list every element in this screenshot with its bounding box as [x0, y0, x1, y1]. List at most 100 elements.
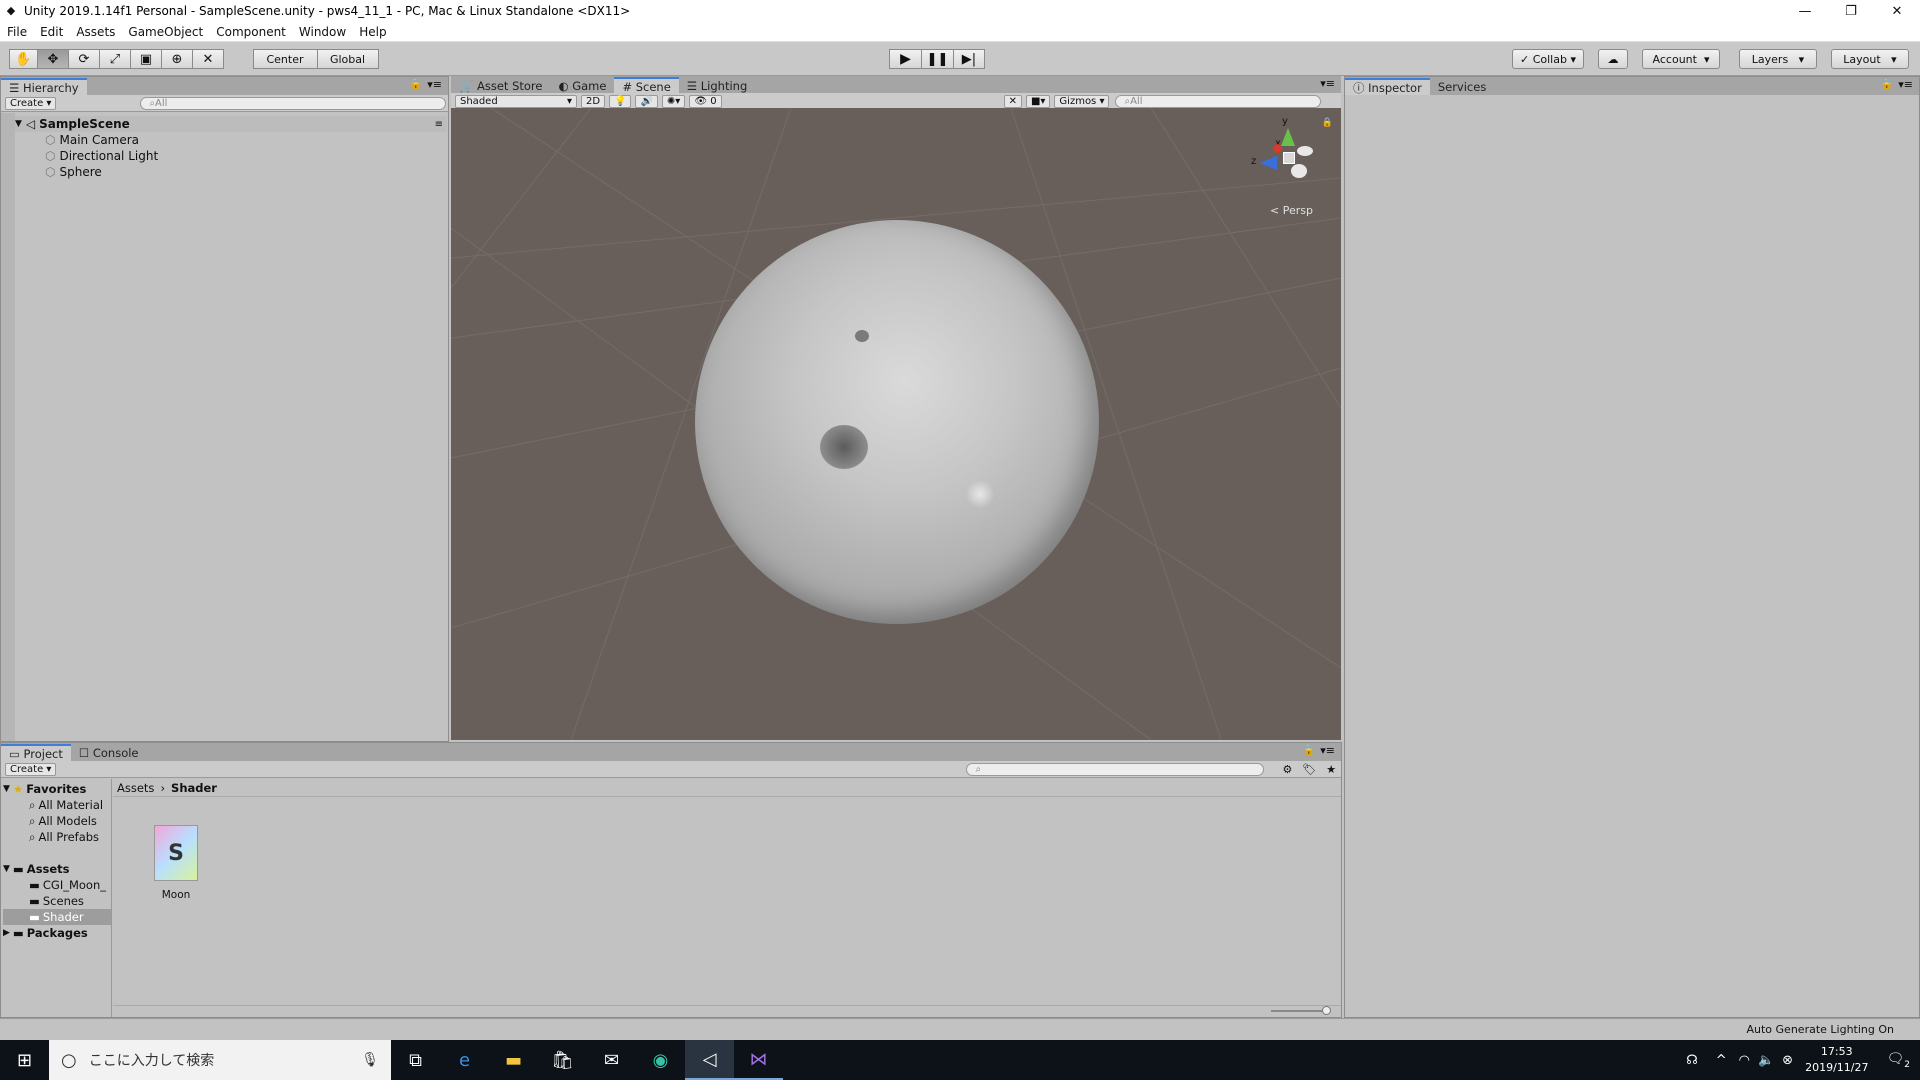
- camera-settings-icon[interactable]: ■▾: [1025, 94, 1051, 108]
- hidden-objects-toggle[interactable]: 👁 0: [689, 94, 722, 108]
- no-network-icon[interactable]: ⊗: [1782, 1053, 1793, 1068]
- orientation-gizmo[interactable]: y x z: [1245, 116, 1325, 196]
- list-item[interactable]: ⌕ All Prefabs: [3, 829, 111, 845]
- tab-inspector[interactable]: ⓘ Inspector: [1345, 78, 1430, 95]
- scene-menu-icon[interactable]: ≡: [435, 119, 443, 130]
- scene-row[interactable]: ▼ ◁ SampleScene ≡: [15, 116, 447, 132]
- asset-item-moon[interactable]: S Moon: [151, 825, 201, 905]
- status-text[interactable]: Auto Generate Lighting On: [1747, 1023, 1895, 1036]
- store-icon[interactable]: 🛍: [538, 1040, 587, 1080]
- favorite-star-icon[interactable]: ★: [1326, 763, 1336, 776]
- menu-file[interactable]: File: [7, 25, 27, 39]
- tab-asset-store[interactable]: 🛒 Asset Store: [451, 77, 550, 94]
- clock[interactable]: 17:53 2019/11/27: [1805, 1044, 1868, 1076]
- menu-assets[interactable]: Assets: [76, 25, 115, 39]
- rect-tool-icon[interactable]: ▣: [130, 49, 162, 69]
- list-item[interactable]: ⌕ All Models: [3, 813, 111, 829]
- layout-button[interactable]: Layout ▾: [1831, 49, 1909, 69]
- favorites-row[interactable]: ▼ ★ Favorites: [3, 781, 111, 797]
- effects-dropdown-icon[interactable]: ✺▾: [661, 94, 686, 108]
- menu-window[interactable]: Window: [299, 25, 346, 39]
- hierarchy-search-input[interactable]: ⌕ All: [140, 96, 447, 110]
- menu-gameobject[interactable]: GameObject: [128, 25, 203, 39]
- menu-edit[interactable]: Edit: [40, 25, 63, 39]
- maximize-button[interactable]: ❐: [1828, 0, 1874, 22]
- hand-tool-icon[interactable]: ✋: [9, 49, 38, 69]
- lock-icon[interactable]: 🔒: [1881, 79, 1893, 90]
- microphone-icon[interactable]: 🎙: [361, 1052, 379, 1068]
- create-dropdown[interactable]: Create ▾: [5, 96, 57, 110]
- moon-sphere[interactable]: [695, 220, 1099, 624]
- windows-start-icon[interactable]: ⊞: [0, 1040, 49, 1080]
- edge-browser-icon[interactable]: e: [440, 1040, 489, 1080]
- list-item[interactable]: ▬ Shader: [3, 909, 111, 925]
- step-icon[interactable]: ▶|: [953, 49, 985, 69]
- mail-icon[interactable]: ✉: [587, 1040, 636, 1080]
- assets-root-row[interactable]: ▼ ▬ Assets: [3, 861, 111, 877]
- cloud-icon[interactable]: ☁: [1598, 49, 1628, 69]
- close-button[interactable]: ✕: [1874, 0, 1920, 22]
- scene-viewport[interactable]: y x z 🔒 < Persp: [451, 108, 1341, 740]
- icon-size-slider[interactable]: [1271, 1006, 1331, 1015]
- mode-2d-toggle[interactable]: 2D: [581, 94, 605, 108]
- list-item[interactable]: ▬ Scenes: [3, 893, 111, 909]
- packages-row[interactable]: ▶ ▬ Packages: [3, 925, 111, 941]
- lock-icon[interactable]: 🔒: [1303, 745, 1315, 756]
- play-icon[interactable]: ▶: [889, 49, 922, 69]
- tab-scene[interactable]: # Scene: [614, 77, 679, 94]
- unity-taskbar-icon[interactable]: ◁: [685, 1040, 734, 1080]
- volume-muted-icon[interactable]: 🔈: [1758, 1053, 1774, 1068]
- create-dropdown[interactable]: Create ▾: [5, 762, 57, 776]
- visual-studio-icon[interactable]: ⋈: [734, 1040, 783, 1080]
- rotate-tool-icon[interactable]: ⟳: [68, 49, 100, 69]
- notification-icon[interactable]: 🗨2: [1886, 1051, 1910, 1070]
- tab-services[interactable]: Services: [1430, 78, 1495, 95]
- pause-icon[interactable]: ❚❚: [921, 49, 954, 69]
- expand-arrow-icon[interactable]: ▼: [15, 119, 22, 129]
- move-tool-icon[interactable]: ✥: [37, 49, 69, 69]
- transform-tool-icon[interactable]: ⊕: [161, 49, 193, 69]
- tab-hierarchy[interactable]: ☰ Hierarchy: [1, 78, 87, 95]
- menu-help[interactable]: Help: [359, 25, 386, 39]
- list-item[interactable]: ▬ CGI_Moon_: [3, 877, 111, 893]
- minimize-button[interactable]: —: [1782, 0, 1828, 22]
- gizmo-lock-icon[interactable]: 🔒: [1322, 118, 1333, 128]
- task-view-icon[interactable]: ⧉: [391, 1040, 440, 1080]
- panel-menu-icon[interactable]: ▾≡: [427, 78, 442, 91]
- custom-tool-icon[interactable]: ✕: [192, 49, 224, 69]
- account-button[interactable]: Account ▾: [1642, 49, 1720, 69]
- filter-type-icon[interactable]: ⚙: [1282, 763, 1292, 776]
- wifi-icon[interactable]: ◠: [1739, 1053, 1750, 1068]
- scale-tool-icon[interactable]: ⤢: [99, 49, 131, 69]
- tab-console[interactable]: ☐ Console: [71, 744, 147, 761]
- shading-mode-dropdown[interactable]: Shaded ▾: [455, 94, 577, 108]
- lock-icon[interactable]: 🔒: [410, 79, 422, 90]
- slider-handle[interactable]: [1322, 1006, 1331, 1015]
- scene-tools-icon[interactable]: ✕: [1003, 94, 1022, 108]
- collab-button[interactable]: ✓ Collab ▾: [1512, 49, 1584, 69]
- pivot-center-button[interactable]: Center: [253, 49, 318, 69]
- breadcrumb-assets[interactable]: Assets: [117, 781, 154, 795]
- taskbar-search-box[interactable]: ○ ここに入力して検索 🎙: [49, 1040, 391, 1080]
- panel-menu-icon[interactable]: ▾≡: [1320, 77, 1335, 90]
- tab-lighting[interactable]: ☰ Lighting: [679, 77, 755, 94]
- list-item[interactable]: ⬡ Directional Light: [15, 148, 447, 164]
- pivot-global-button[interactable]: Global: [317, 49, 379, 69]
- lighting-toggle-icon[interactable]: 💡: [609, 94, 632, 108]
- people-icon[interactable]: ☊: [1686, 1053, 1698, 1068]
- panel-menu-icon[interactable]: ▾≡: [1898, 78, 1913, 91]
- audio-toggle-icon[interactable]: 🔊: [635, 94, 658, 108]
- app-globe-icon[interactable]: ◉: [636, 1040, 685, 1080]
- breadcrumb-shader[interactable]: Shader: [171, 781, 217, 795]
- layers-button[interactable]: Layers ▾: [1739, 49, 1817, 69]
- scene-search-input[interactable]: ⌕ All: [1115, 94, 1322, 108]
- persp-label[interactable]: < Persp: [1270, 204, 1313, 217]
- project-search-input[interactable]: ⌕: [966, 762, 1265, 776]
- list-item[interactable]: ⬡ Main Camera: [15, 132, 447, 148]
- list-item[interactable]: ⌕ All Material: [3, 797, 111, 813]
- list-item[interactable]: ⬡ Sphere: [15, 164, 447, 180]
- chevron-up-icon[interactable]: ^: [1716, 1053, 1727, 1068]
- tab-project[interactable]: ▭ Project: [1, 744, 71, 761]
- gizmos-dropdown[interactable]: Gizmos ▾: [1054, 94, 1110, 108]
- panel-menu-icon[interactable]: ▾≡: [1320, 744, 1335, 757]
